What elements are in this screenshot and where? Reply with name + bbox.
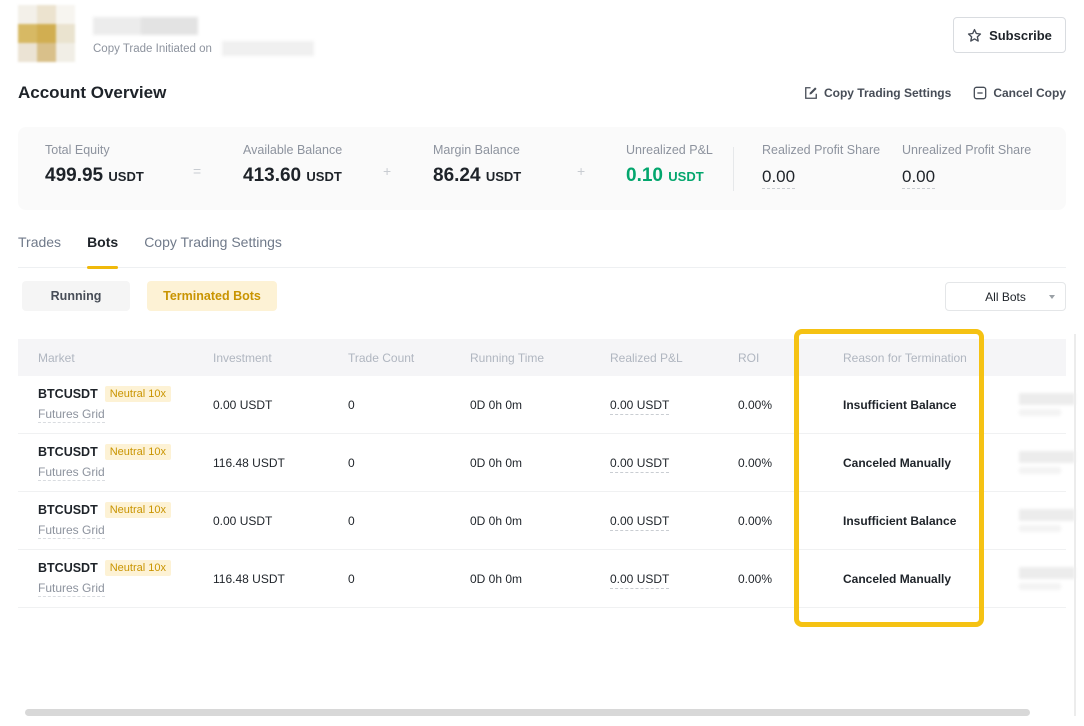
plus-operator: + <box>577 163 585 179</box>
stat-margin-balance: Margin Balance 86.24 USDT <box>433 143 521 187</box>
page-title: Account Overview <box>18 83 166 103</box>
copy-trading-settings-link[interactable]: Copy Trading Settings <box>804 86 951 100</box>
col-realized-pnl: Realized P&L <box>610 351 738 365</box>
cell-trade-count: 0 <box>348 398 470 412</box>
tab-bots[interactable]: Bots <box>87 234 118 267</box>
cell-reason: Canceled Manually <box>843 456 1005 470</box>
cell-market: BTCUSDTNeutral 10x Futures Grid <box>18 444 213 481</box>
bot-filters: Running Terminated Bots All Bots <box>18 281 1066 311</box>
cell-action-redacted[interactable] <box>1005 567 1075 590</box>
cell-running-time: 0D 0h 0m <box>470 398 610 412</box>
col-running-time: Running Time <box>470 351 610 365</box>
cell-trade-count: 0 <box>348 456 470 470</box>
trader-name-redacted <box>93 17 314 35</box>
cell-investment: 116.48 USDT <box>213 456 348 470</box>
terminated-bots-table: Market Investment Trade Count Running Ti… <box>18 339 1066 608</box>
running-filter-button[interactable]: Running <box>22 281 130 311</box>
col-trade-count: Trade Count <box>348 351 470 365</box>
stat-total-equity: Total Equity 499.95 USDT <box>45 143 144 187</box>
initiated-date-redacted <box>222 41 314 56</box>
cell-investment: 0.00 USDT <box>213 514 348 528</box>
copy-trading-settings-label: Copy Trading Settings <box>824 86 951 100</box>
cell-reason: Canceled Manually <box>843 572 1005 586</box>
col-market: Market <box>18 351 213 365</box>
leverage-badge: Neutral 10x <box>105 444 171 460</box>
trader-profile: Copy Trade Initiated on <box>18 5 314 62</box>
cell-roi: 0.00% <box>738 514 843 528</box>
cell-trade-count: 0 <box>348 514 470 528</box>
cancel-copy-link[interactable]: Cancel Copy <box>973 86 1066 100</box>
account-stats-panel: Total Equity 499.95 USDT = Available Bal… <box>18 127 1066 210</box>
col-reason: Reason for Termination <box>843 351 1005 365</box>
subscribe-button[interactable]: Subscribe <box>953 17 1066 53</box>
leverage-badge: Neutral 10x <box>105 502 171 518</box>
cell-action-redacted[interactable] <box>1005 509 1075 532</box>
cell-market: BTCUSDTNeutral 10x Futures Grid <box>18 560 213 597</box>
all-bots-dropdown[interactable]: All Bots <box>945 282 1066 311</box>
star-icon <box>967 28 982 43</box>
stats-divider <box>733 147 734 191</box>
table-header-row: Market Investment Trade Count Running Ti… <box>18 339 1066 376</box>
tab-trades[interactable]: Trades <box>18 234 61 267</box>
cell-realized-pnl: 0.00 USDT <box>610 514 738 528</box>
cell-investment: 0.00 USDT <box>213 398 348 412</box>
cell-reason: Insufficient Balance <box>843 398 1005 412</box>
cell-roi: 0.00% <box>738 398 843 412</box>
cell-action-redacted[interactable] <box>1005 451 1075 474</box>
equals-operator: = <box>193 163 201 179</box>
tab-copy-trading-settings[interactable]: Copy Trading Settings <box>144 234 282 267</box>
main-tabs: Trades Bots Copy Trading Settings <box>18 234 1066 268</box>
cell-trade-count: 0 <box>348 572 470 586</box>
table-row: BTCUSDTNeutral 10x Futures Grid 116.48 U… <box>18 434 1066 492</box>
stat-realized-profit-share: Realized Profit Share 0.00 <box>762 143 880 187</box>
leverage-badge: Neutral 10x <box>105 386 171 402</box>
edit-icon <box>804 86 818 100</box>
trader-info: Copy Trade Initiated on <box>93 5 314 62</box>
copy-trade-initiated-label: Copy Trade Initiated on <box>93 43 212 55</box>
copy-trading-account-page: Copy Trade Initiated on Subscribe Accoun… <box>0 0 1084 726</box>
chevron-down-icon <box>1049 295 1055 299</box>
horizontal-scrollbar[interactable] <box>25 709 1030 716</box>
col-investment: Investment <box>213 351 348 365</box>
subscribe-label: Subscribe <box>989 28 1052 43</box>
cell-market: BTCUSDTNeutral 10x Futures Grid <box>18 502 213 539</box>
table-row: BTCUSDTNeutral 10x Futures Grid 116.48 U… <box>18 550 1066 608</box>
table-row: BTCUSDTNeutral 10x Futures Grid 0.00 USD… <box>18 376 1066 434</box>
cell-investment: 116.48 USDT <box>213 572 348 586</box>
stat-unrealized-pnl: Unrealized P&L 0.10 USDT <box>626 143 713 187</box>
cancel-copy-label: Cancel Copy <box>993 86 1066 100</box>
cell-market: BTCUSDTNeutral 10x Futures Grid <box>18 386 213 423</box>
cell-running-time: 0D 0h 0m <box>470 514 610 528</box>
cell-running-time: 0D 0h 0m <box>470 456 610 470</box>
table-row: BTCUSDTNeutral 10x Futures Grid 0.00 USD… <box>18 492 1066 550</box>
trader-avatar[interactable] <box>18 5 75 62</box>
cell-realized-pnl: 0.00 USDT <box>610 398 738 412</box>
col-roi: ROI <box>738 351 843 365</box>
terminated-bots-filter-button[interactable]: Terminated Bots <box>147 281 277 311</box>
plus-operator: + <box>383 163 391 179</box>
minus-square-icon <box>973 86 987 100</box>
vertical-scrollbar-track[interactable] <box>1074 334 1076 716</box>
active-tab-underline <box>87 266 118 269</box>
cell-realized-pnl: 0.00 USDT <box>610 572 738 586</box>
stat-unrealized-profit-share: Unrealized Profit Share 0.00 <box>902 143 1031 187</box>
cell-roi: 0.00% <box>738 456 843 470</box>
cell-reason: Insufficient Balance <box>843 514 1005 528</box>
stat-available-balance: Available Balance 413.60 USDT <box>243 143 342 187</box>
leverage-badge: Neutral 10x <box>105 560 171 576</box>
cell-realized-pnl: 0.00 USDT <box>610 456 738 470</box>
cell-action-redacted[interactable] <box>1005 393 1075 416</box>
cell-running-time: 0D 0h 0m <box>470 572 610 586</box>
cell-roi: 0.00% <box>738 572 843 586</box>
